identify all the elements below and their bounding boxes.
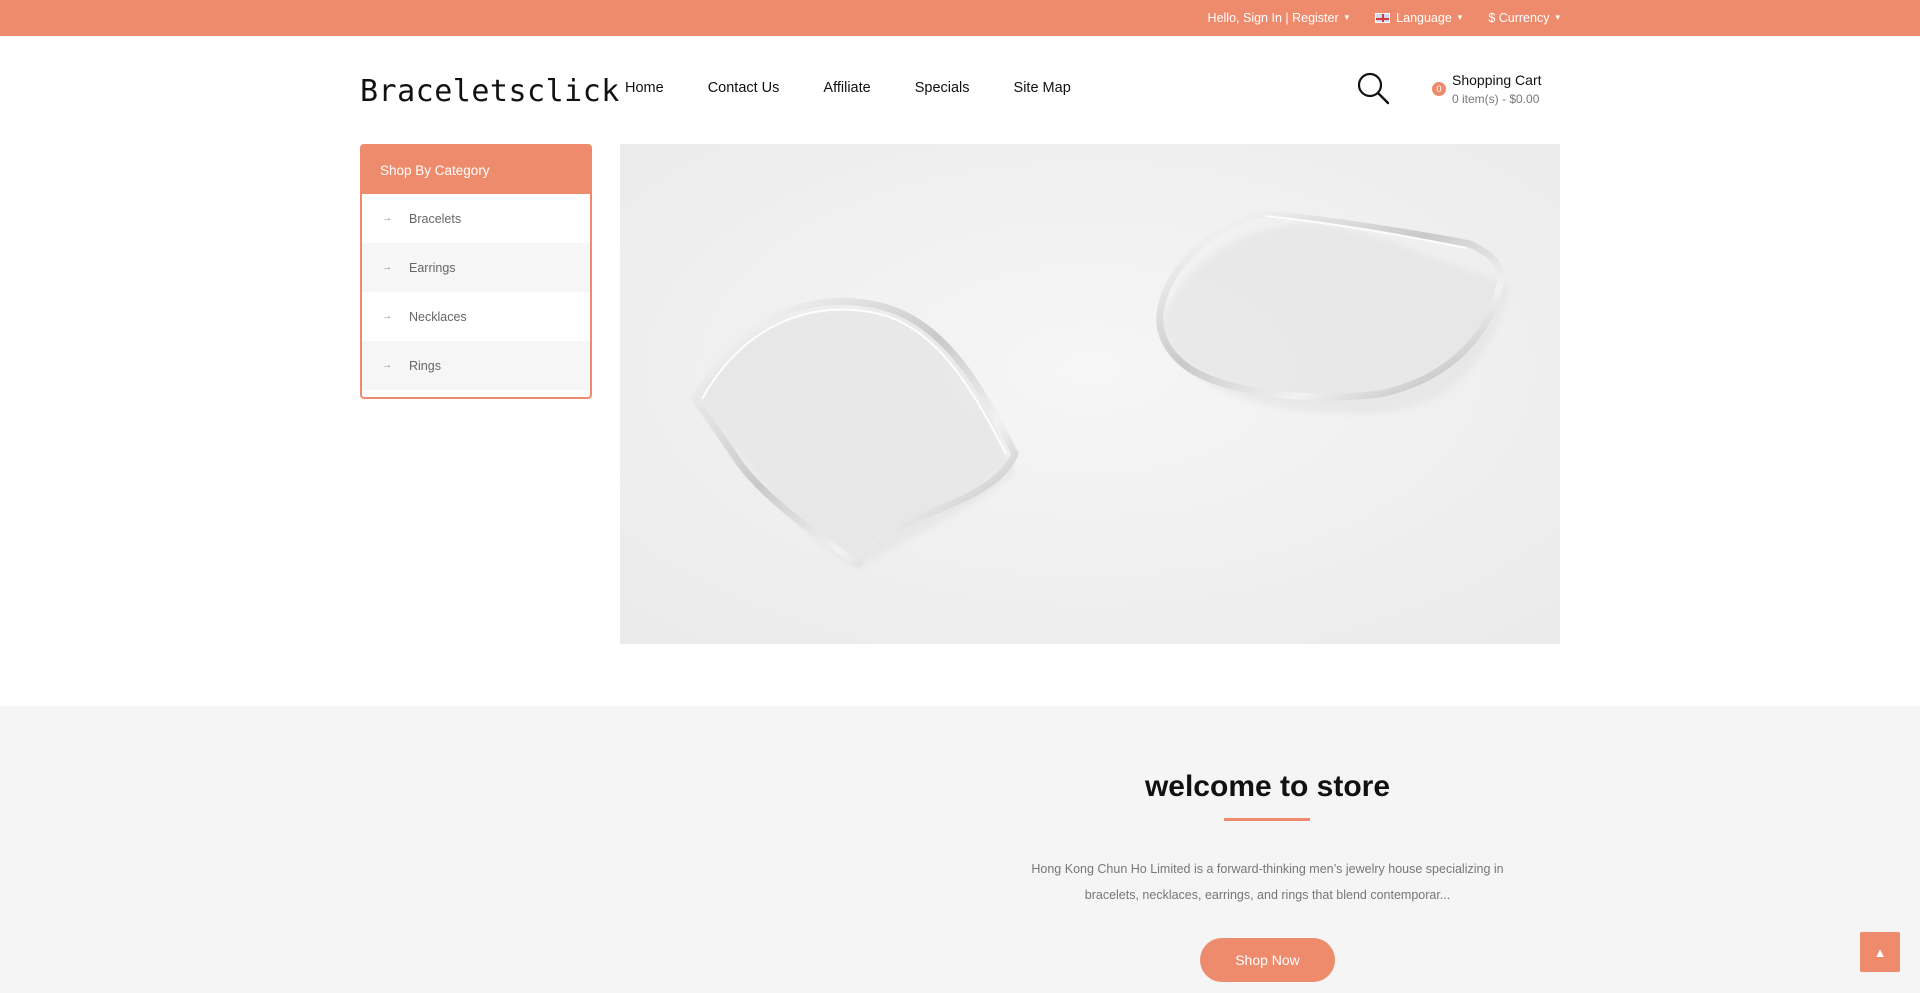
category-item-bracelets[interactable]: → Bracelets: [362, 194, 590, 243]
arrow-right-icon: →: [382, 360, 392, 371]
site-logo[interactable]: Braceletsclick: [360, 74, 620, 109]
category-label: Earrings: [409, 260, 456, 275]
top-bar-links: Hello, Sign In | Register ▾ Language ▾ $…: [1208, 0, 1560, 36]
language-label: Language: [1396, 11, 1452, 25]
currency-label: $ Currency: [1488, 11, 1550, 25]
nav-item-site-map[interactable]: Site Map: [1014, 80, 1071, 96]
nav-item-contact-us[interactable]: Contact Us: [708, 80, 780, 96]
arrow-right-icon: →: [382, 311, 392, 322]
search-icon[interactable]: [1355, 70, 1391, 106]
category-menu: Shop By Category → Bracelets → Earrings …: [360, 144, 592, 399]
main-nav: Home Contact Us Affiliate Specials Site …: [625, 80, 1071, 96]
welcome-section: welcome to store Hong Kong Chun Ho Limit…: [0, 706, 1920, 993]
caret-down-icon: ▾: [1555, 11, 1560, 22]
shopping-cart[interactable]: 0 Shopping Cart 0 item(s) - $0.00: [1430, 70, 1560, 110]
category-item-earrings[interactable]: → Earrings: [362, 243, 590, 292]
hero-banner-image[interactable]: [620, 144, 1560, 644]
cart-count-badge: 0: [1432, 82, 1446, 96]
title-underline: [1224, 818, 1310, 821]
arrow-right-icon: →: [382, 213, 392, 224]
site-header: Braceletsclick Home Contact Us Affiliate…: [360, 36, 1560, 144]
nav-item-affiliate[interactable]: Affiliate: [823, 80, 870, 96]
top-bar: Hello, Sign In | Register ▾ Language ▾ $…: [0, 0, 1920, 36]
account-menu[interactable]: Hello, Sign In | Register ▾: [1208, 11, 1350, 25]
cart-title: Shopping Cart: [1452, 72, 1542, 88]
category-item-necklaces[interactable]: → Necklaces: [362, 292, 590, 341]
caret-down-icon: ▾: [1344, 11, 1350, 22]
category-list: → Bracelets → Earrings → Necklaces → Rin…: [362, 194, 590, 390]
nav-item-home[interactable]: Home: [625, 80, 664, 96]
currency-menu[interactable]: $ Currency ▾: [1488, 11, 1560, 25]
category-label: Bracelets: [409, 211, 462, 226]
silver-rings-image: [620, 144, 1560, 644]
welcome-title: welcome to store: [1144, 770, 1391, 803]
caret-down-icon: ▾: [1457, 11, 1463, 22]
cart-summary: 0 item(s) - $0.00: [1452, 92, 1540, 106]
shop-now-button[interactable]: Shop Now: [1200, 938, 1335, 982]
nav-item-specials[interactable]: Specials: [915, 80, 970, 96]
flag-icon: [1375, 13, 1391, 23]
category-label: Rings: [409, 358, 441, 373]
welcome-description: Hong Kong Chun Ho Limited is a forward-t…: [1031, 862, 1504, 902]
arrow-right-icon: →: [382, 262, 392, 273]
category-label: Necklaces: [409, 309, 467, 324]
account-label: Hello, Sign In | Register: [1207, 11, 1339, 25]
category-item-rings[interactable]: → Rings: [362, 341, 590, 390]
language-menu[interactable]: Language ▾: [1375, 11, 1462, 25]
category-menu-title: Shop By Category: [362, 146, 590, 194]
chevron-up-icon[interactable]: ▲: [1860, 932, 1900, 972]
